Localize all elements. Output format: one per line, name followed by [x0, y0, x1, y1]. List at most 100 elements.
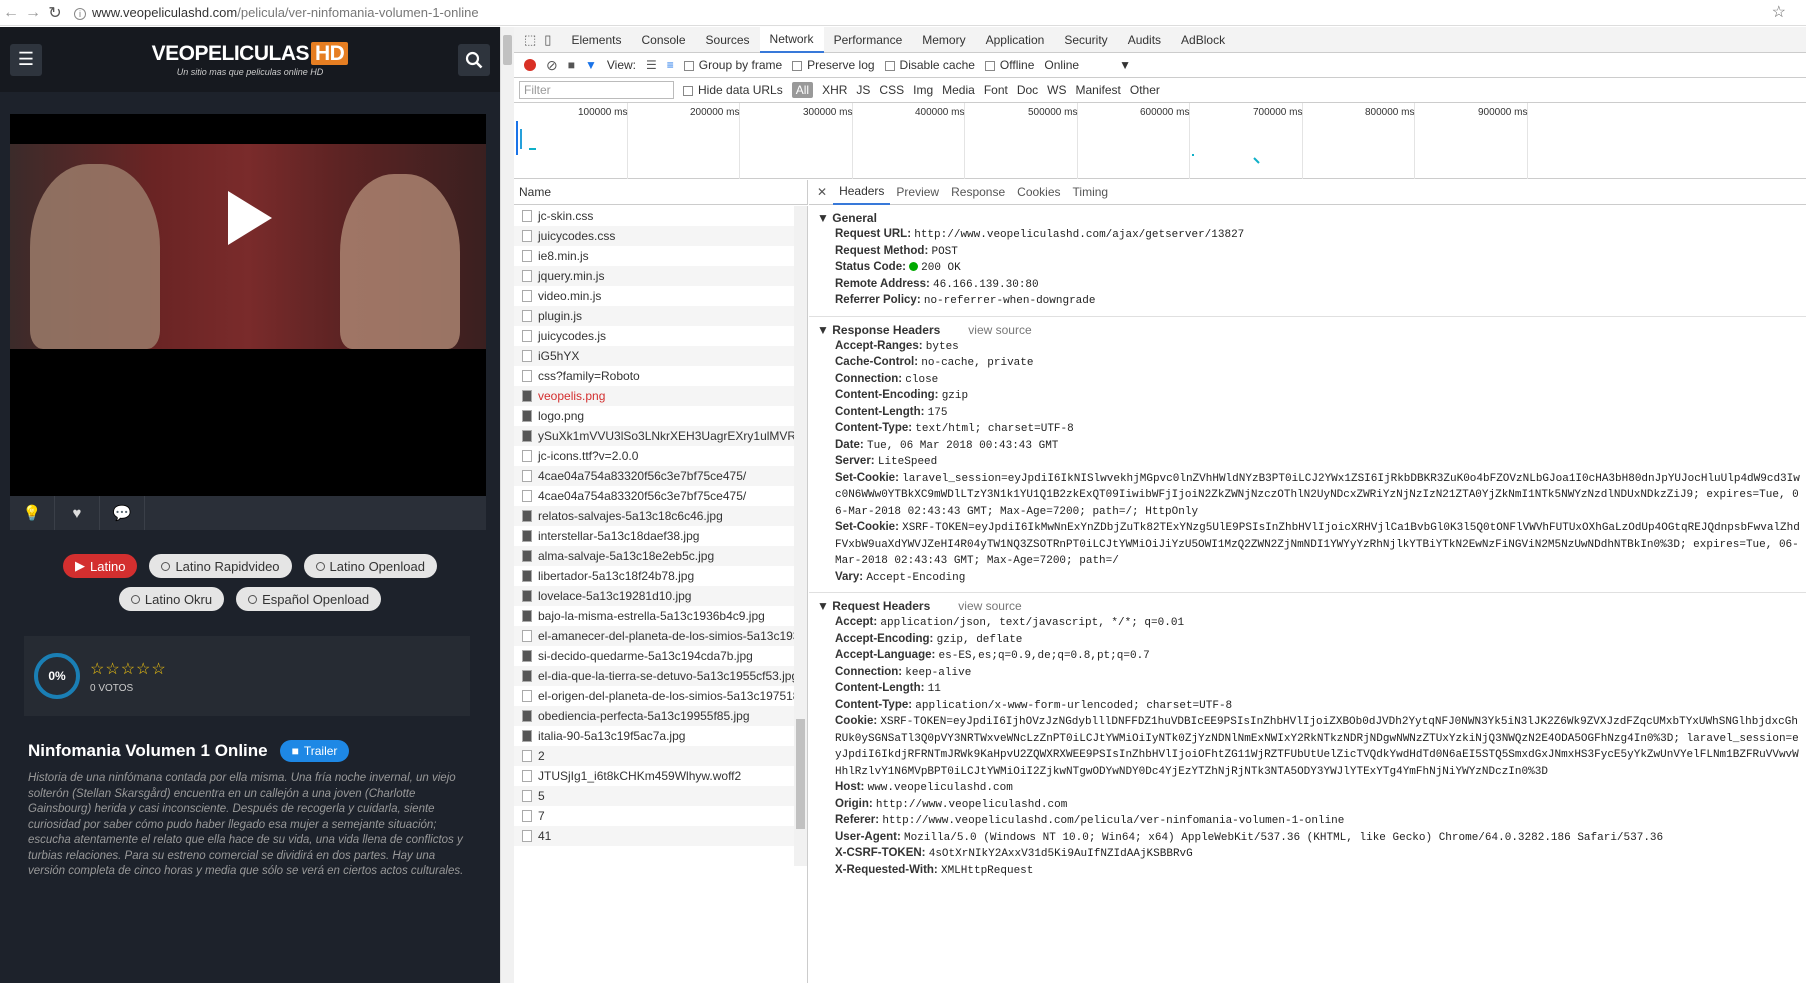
server-button-latino-okru[interactable]: Latino Okru	[118, 587, 225, 611]
scrollbar-thumb[interactable]	[503, 35, 512, 65]
menu-button[interactable]: ☰	[10, 43, 42, 76]
video-player[interactable]	[10, 114, 486, 496]
tab-cookies[interactable]: Cookies	[1011, 180, 1066, 205]
clear-icon[interactable]: ⊘	[546, 57, 558, 74]
request-list-scrollbar[interactable]	[794, 206, 807, 866]
request-row[interactable]: italia-90-5a13c19f5ac7a.jpg	[514, 726, 807, 746]
inspect-icon[interactable]: ⬚	[524, 32, 536, 48]
play-icon[interactable]	[228, 191, 272, 245]
view-source-link[interactable]: view source	[968, 323, 1031, 337]
request-row[interactable]: 4cae04a754a83320f56c3e7bf75ce475/	[514, 486, 807, 506]
filter-type-all[interactable]: All	[791, 82, 814, 98]
filter-type-manifest[interactable]: Manifest	[1076, 83, 1121, 97]
request-row[interactable]: jc-icons.ttf?v=2.0.0	[514, 446, 807, 466]
light-bulb-icon[interactable]: 💡	[10, 496, 55, 530]
server-button-latino-openload[interactable]: Latino Openload	[303, 554, 437, 578]
filter-type-xhr[interactable]: XHR	[822, 83, 847, 97]
request-row[interactable]: libertador-5a13c18f24b78.jpg	[514, 566, 807, 586]
request-row[interactable]: JTUSjIg1_i6t8kCHKm459Wlhyw.woff2	[514, 766, 807, 786]
request-row[interactable]: ie8.min.js	[514, 246, 807, 266]
general-section-header[interactable]: ▼ General	[809, 205, 1806, 227]
request-row[interactable]: 5	[514, 786, 807, 806]
tab-response[interactable]: Response	[945, 180, 1011, 205]
offline-checkbox[interactable]: Offline	[984, 58, 1034, 72]
page-scrollbar[interactable]	[500, 27, 514, 983]
filter-type-js[interactable]: JS	[856, 83, 870, 97]
view-source-link[interactable]: view source	[958, 599, 1021, 613]
request-row[interactable]: lovelace-5a13c19281d10.jpg	[514, 586, 807, 606]
request-row[interactable]: el-amanecer-del-planeta-de-los-simios-5a…	[514, 626, 807, 646]
back-icon[interactable]: ←	[0, 2, 22, 24]
request-row[interactable]: si-decido-quedarme-5a13c194cda7b.jpg	[514, 646, 807, 666]
request-row[interactable]: juicycodes.css	[514, 226, 807, 246]
tab-network[interactable]: Network	[759, 26, 824, 53]
filter-type-doc[interactable]: Doc	[1017, 83, 1038, 97]
request-row[interactable]: bajo-la-misma-estrella-5a13c1936b4c9.jpg	[514, 606, 807, 626]
request-row[interactable]: veopelis.png	[514, 386, 807, 406]
request-row[interactable]: logo.png	[514, 406, 807, 426]
tab-timing[interactable]: Timing	[1067, 180, 1115, 205]
request-row[interactable]: relatos-salvajes-5a13c18c6c46.jpg	[514, 506, 807, 526]
forward-icon[interactable]: →	[22, 2, 44, 24]
request-row[interactable]: ySuXk1mVVU3lSo3LNkrXEH3UagrEXry1ulMVRscy…	[514, 426, 807, 446]
hide-data-urls-checkbox[interactable]: Hide data URLs	[683, 83, 783, 97]
filter-type-ws[interactable]: WS	[1047, 83, 1066, 97]
request-row[interactable]: 4cae04a754a83320f56c3e7bf75ce475/	[514, 466, 807, 486]
request-row[interactable]: 41	[514, 826, 807, 846]
rating-stars[interactable]: ☆☆☆☆☆	[90, 659, 167, 679]
close-icon[interactable]: ✕	[811, 185, 833, 199]
scrollbar-thumb[interactable]	[796, 719, 805, 829]
request-row[interactable]: jc-skin.css	[514, 206, 807, 226]
request-row[interactable]: el-origen-del-planeta-de-los-simios-5a13…	[514, 686, 807, 706]
tab-preview[interactable]: Preview	[890, 180, 945, 205]
tab-elements[interactable]: Elements	[561, 27, 631, 53]
tab-security[interactable]: Security	[1054, 27, 1117, 53]
filter-type-font[interactable]: Font	[984, 83, 1008, 97]
request-row[interactable]: jquery.min.js	[514, 266, 807, 286]
request-row[interactable]: iG5hYX	[514, 346, 807, 366]
filter-type-css[interactable]: CSS	[879, 83, 904, 97]
waterfall-icon[interactable]: ≡	[667, 58, 674, 72]
group-by-frame-checkbox[interactable]: Group by frame	[683, 58, 782, 72]
server-button-latino[interactable]: ▶ Latino	[63, 554, 138, 578]
filter-icon[interactable]: ▼	[585, 58, 597, 72]
filter-input[interactable]: Filter	[519, 81, 674, 99]
search-button[interactable]	[457, 43, 490, 76]
tab-headers[interactable]: Headers	[833, 180, 891, 205]
request-row[interactable]: juicycodes.js	[514, 326, 807, 346]
tab-adblock[interactable]: AdBlock	[1171, 27, 1235, 53]
request-row[interactable]: video.min.js	[514, 286, 807, 306]
request-row[interactable]: interstellar-5a13c18daef38.jpg	[514, 526, 807, 546]
request-row[interactable]: alma-salvaje-5a13c18e2eb5c.jpg	[514, 546, 807, 566]
comments-icon[interactable]: 💬	[100, 496, 145, 530]
camera-capture-icon[interactable]: ■	[568, 58, 575, 72]
filter-type-media[interactable]: Media	[942, 83, 975, 97]
request-row[interactable]: obediencia-perfecta-5a13c19955f85.jpg	[514, 706, 807, 726]
tab-memory[interactable]: Memory	[912, 27, 975, 53]
record-icon[interactable]	[524, 59, 536, 71]
site-logo[interactable]: VEOPELICULAS HD Un sitio mas que pelicula…	[152, 42, 349, 77]
response-headers-section-header[interactable]: ▼ Response Headers view source	[809, 317, 1806, 339]
bookmark-star-icon[interactable]: ☆	[1772, 2, 1786, 22]
throttle-select[interactable]: Online ▼	[1044, 58, 1131, 72]
tab-sources[interactable]: Sources	[696, 27, 760, 53]
disable-cache-checkbox[interactable]: Disable cache	[884, 58, 975, 72]
tab-console[interactable]: Console	[631, 27, 695, 53]
server-button-espanol-openload[interactable]: Español Openload	[236, 587, 382, 611]
url-field[interactable]: i www.veopeliculashd.com/pelicula/ver-nin…	[74, 5, 479, 20]
large-rows-icon[interactable]: ☰	[646, 58, 657, 72]
request-headers-section-header[interactable]: ▼ Request Headers view source	[809, 593, 1806, 615]
tab-performance[interactable]: Performance	[824, 27, 913, 53]
request-row[interactable]: plugin.js	[514, 306, 807, 326]
trailer-button[interactable]: ■ Trailer	[279, 740, 350, 762]
name-column-header[interactable]: Name	[514, 180, 808, 205]
request-row[interactable]: 2	[514, 746, 807, 766]
server-button-latino-rapidvideo[interactable]: Latino Rapidvideo	[149, 554, 292, 578]
tab-application[interactable]: Application	[976, 27, 1055, 53]
request-row[interactable]: 7	[514, 806, 807, 826]
tab-audits[interactable]: Audits	[1118, 27, 1171, 53]
heart-icon[interactable]: ♥	[55, 496, 100, 530]
request-row[interactable]: el-dia-que-la-tierra-se-detuvo-5a13c1955…	[514, 666, 807, 686]
device-toolbar-icon[interactable]: ▯	[544, 32, 551, 48]
filter-type-img[interactable]: Img	[913, 83, 933, 97]
